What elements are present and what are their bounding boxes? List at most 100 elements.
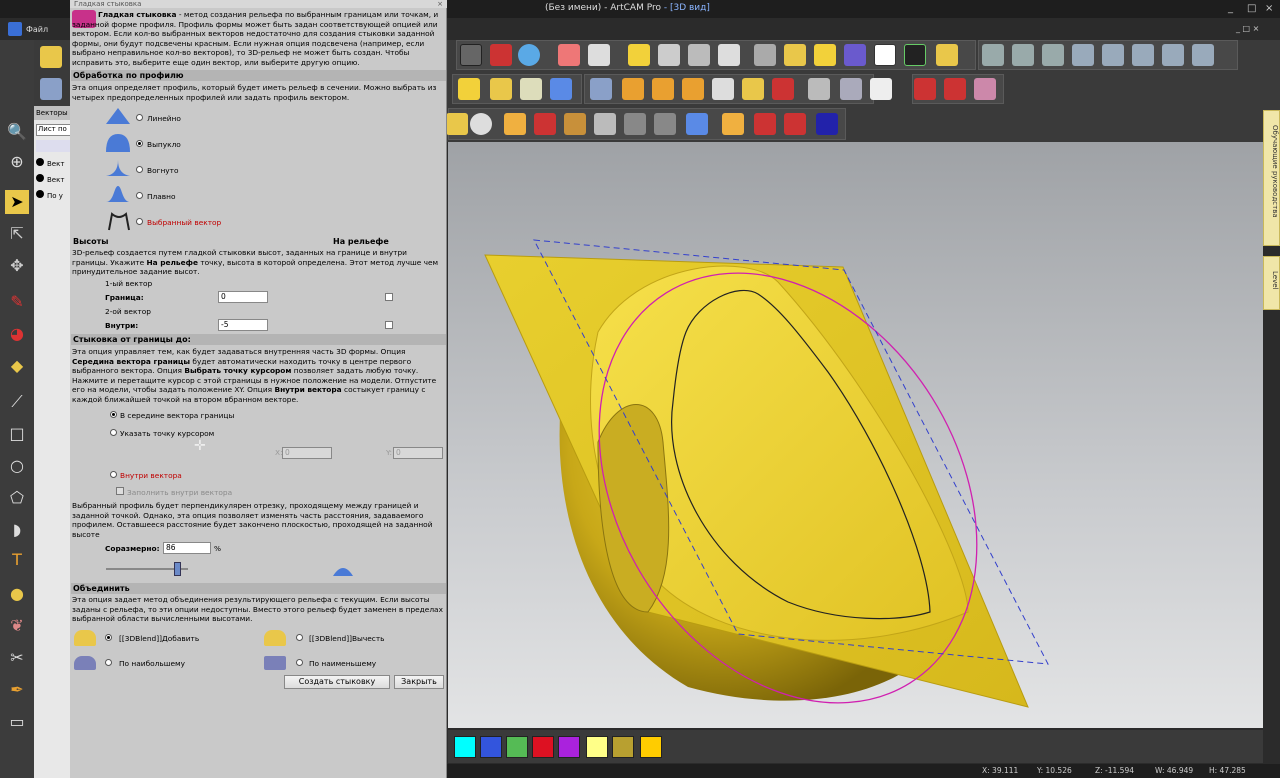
convex-radio[interactable] [136, 140, 143, 147]
offset-relief-icon[interactable] [914, 78, 936, 100]
pencil-icon[interactable]: ✎ [5, 290, 29, 314]
smooth-icon[interactable] [772, 78, 794, 100]
chart-icon[interactable] [982, 44, 1004, 66]
vector-list-item[interactable]: По у [36, 190, 63, 200]
layer-icon[interactable] [936, 44, 958, 66]
box-view-icon[interactable] [564, 113, 586, 135]
color-swatch[interactable] [532, 736, 554, 758]
max-radio[interactable] [105, 659, 112, 666]
close-button[interactable]: Закрыть [394, 675, 444, 689]
globe-view-icon[interactable]: ⊕ [5, 150, 29, 174]
brush-icon[interactable] [686, 113, 708, 135]
open-folder-icon[interactable] [40, 46, 62, 68]
blend-icon[interactable] [652, 78, 674, 100]
relief-layer-icon[interactable] [40, 78, 62, 100]
relief-3d-icon[interactable] [840, 78, 862, 100]
tool-red-icon[interactable] [490, 44, 512, 66]
vector-list-item[interactable]: Вект [36, 158, 64, 168]
save-toolpath-icon[interactable] [1162, 44, 1184, 66]
mirror-relief-icon[interactable] [944, 78, 966, 100]
simulate-icon[interactable] [1132, 44, 1154, 66]
eraser-tool-icon[interactable]: ▭ [5, 710, 29, 734]
scale-relief-icon[interactable] [974, 78, 996, 100]
vector-list-item[interactable]: Вект [36, 174, 64, 184]
nesting-icon[interactable] [874, 44, 896, 66]
color-swatch[interactable] [612, 736, 634, 758]
trim-icon[interactable] [754, 44, 776, 66]
color-swatch[interactable] [480, 736, 502, 758]
add-radio[interactable] [105, 634, 112, 641]
view-icon[interactable] [446, 113, 468, 135]
smooth-radio[interactable] [136, 192, 143, 199]
star-icon[interactable] [628, 44, 650, 66]
ear-icon[interactable]: ❦ [5, 614, 29, 638]
transform-tool-icon[interactable]: ✥ [5, 254, 29, 278]
eye-icon[interactable] [470, 113, 492, 135]
fill-inside-checkbox[interactable] [116, 487, 124, 495]
y-coordinate-input[interactable]: 0 [393, 447, 443, 459]
join-icon[interactable] [688, 44, 710, 66]
menu-file[interactable]: Файл [26, 25, 48, 34]
globe-icon[interactable] [518, 44, 540, 66]
rectangle-icon[interactable]: □ [5, 422, 29, 446]
check-icon[interactable] [1012, 44, 1034, 66]
sweep-icon[interactable] [622, 78, 644, 100]
border-on-relief-checkbox[interactable] [385, 293, 393, 301]
spiral-icon[interactable] [458, 78, 480, 100]
bitmap-icon[interactable] [712, 78, 734, 100]
dialog-close-icon[interactable]: × [437, 0, 443, 8]
subtract-radio[interactable] [296, 634, 303, 641]
x-coordinate-input[interactable]: 0 [282, 447, 332, 459]
color-swatch[interactable] [506, 736, 528, 758]
node-edit-icon[interactable]: ⇱ [5, 222, 29, 246]
vector-profile-radio[interactable] [136, 218, 143, 225]
pen-icon[interactable] [784, 44, 806, 66]
face-icon[interactable] [808, 78, 830, 100]
curve-icon[interactable] [718, 44, 740, 66]
machine-output-icon[interactable] [1192, 44, 1214, 66]
mdi-controls[interactable]: _ □ × [1236, 24, 1259, 33]
color-swatch[interactable] [586, 736, 608, 758]
extrude-icon[interactable] [520, 78, 542, 100]
linear-radio[interactable] [136, 114, 143, 121]
plane-icon[interactable] [1072, 44, 1094, 66]
app-icon[interactable] [8, 22, 22, 36]
on-relief-option[interactable]: На рельефе [333, 236, 389, 247]
concave-radio[interactable] [136, 166, 143, 173]
measure-icon[interactable]: ✂ [5, 646, 29, 670]
spin-icon[interactable] [550, 78, 572, 100]
eraser-icon[interactable] [654, 113, 676, 135]
align-icon[interactable] [1042, 44, 1064, 66]
minimize-button[interactable]: _ [1228, 3, 1233, 14]
sheet-select[interactable]: Лист по [36, 124, 72, 136]
machine-icon[interactable] [460, 44, 482, 66]
twist-icon[interactable] [682, 78, 704, 100]
weave-icon[interactable] [490, 78, 512, 100]
3d-viewport[interactable] [448, 142, 1263, 728]
inside-height-input[interactable]: -5 [218, 319, 268, 331]
inside-on-relief-checkbox[interactable] [385, 321, 393, 329]
transform-icon[interactable] [588, 44, 610, 66]
paint-icon[interactable]: ◕ [5, 322, 29, 346]
text-tool-icon[interactable]: T [5, 548, 29, 572]
axis-icon[interactable] [534, 113, 556, 135]
select-icon[interactable]: ➤ [5, 190, 29, 214]
proportion-input[interactable]: 86 [163, 542, 211, 554]
sculpt-icon[interactable] [870, 78, 892, 100]
ellipse-icon[interactable]: ○ [5, 454, 29, 478]
polyline-icon[interactable]: ⟋ [5, 390, 29, 414]
shade-icon[interactable] [722, 113, 744, 135]
blue-relief-icon[interactable] [816, 113, 838, 135]
plane-view-icon[interactable] [504, 113, 526, 135]
tutorials-tab[interactable]: Обучающие руководства [1263, 110, 1280, 246]
drop-icon[interactable]: ● [5, 582, 29, 606]
border-height-input[interactable]: 0 [218, 291, 268, 303]
vector-panel-tab[interactable]: Векторы [34, 106, 72, 120]
dropper-icon[interactable]: ✒ [5, 678, 29, 702]
inside-vector-radio[interactable] [110, 471, 117, 478]
red-relief-icon[interactable] [784, 113, 806, 135]
pencil-view-icon[interactable] [594, 113, 616, 135]
material-icon[interactable] [624, 113, 646, 135]
arc-icon[interactable]: ◗ [5, 518, 29, 542]
create-blend-button[interactable]: Создать стыковку [284, 675, 390, 689]
